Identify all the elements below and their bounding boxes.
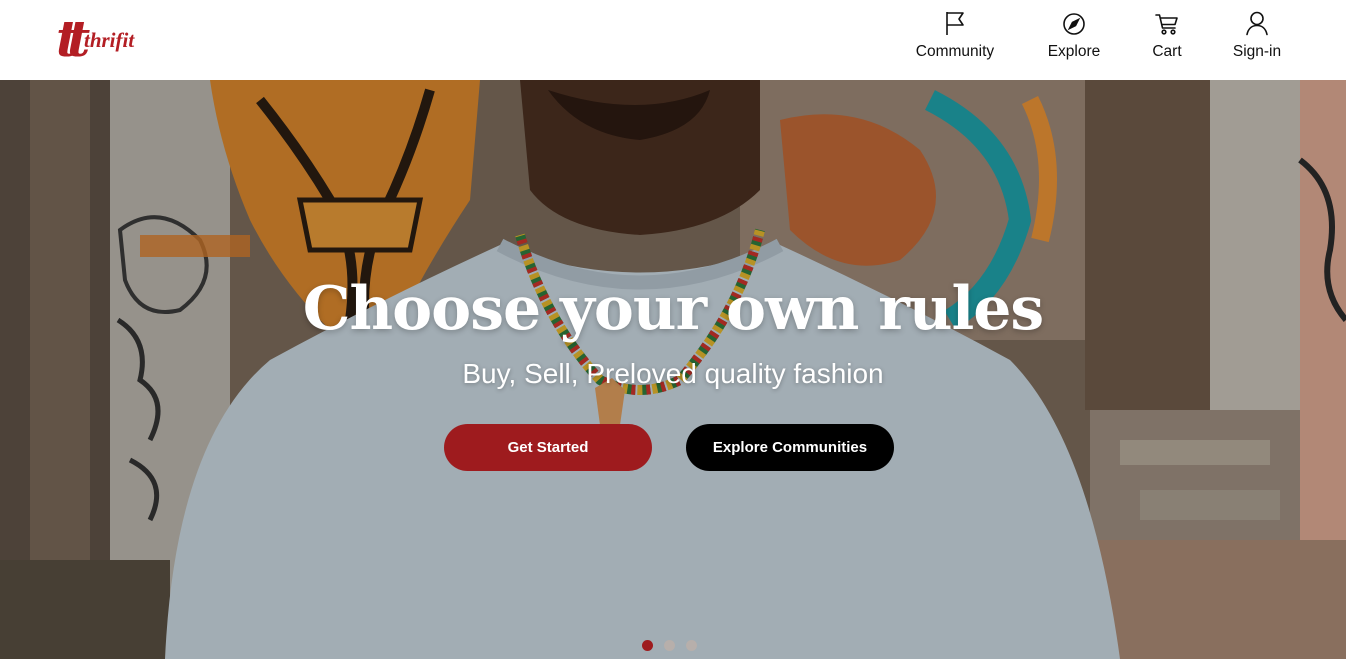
cart-icon [1155, 14, 1178, 35]
logo-mark: tt [56, 9, 90, 68]
user-icon [1246, 11, 1268, 36]
hero-banner: Choose your own rules Buy, Sell, Prelove… [0, 80, 1346, 659]
nav-community[interactable]: Community [910, 10, 1000, 66]
navbar: tt thrifit Community Explore Cart Sign-i… [0, 0, 1346, 80]
nav-explore-label: Explore [1047, 43, 1101, 60]
nav-cart[interactable]: Cart [1146, 10, 1188, 66]
get-started-button[interactable]: Get Started [444, 424, 652, 471]
brand-logo[interactable]: tt thrifit [56, 10, 152, 68]
carousel-dot[interactable] [686, 640, 697, 651]
nav-explore[interactable]: Explore [1040, 10, 1108, 66]
nav-community-label: Community [915, 43, 995, 60]
carousel-dot[interactable] [642, 640, 653, 651]
nav-signin-label: Sign-in [1232, 43, 1282, 60]
carousel-dot[interactable] [664, 640, 675, 651]
nav-cart-label: Cart [1152, 43, 1182, 60]
compass-icon [1063, 13, 1085, 35]
explore-communities-button[interactable]: Explore Communities [686, 424, 894, 471]
hero-title: Choose your own rules [302, 274, 1044, 344]
hero-subtitle: Buy, Sell, Preloved quality fashion [462, 358, 884, 389]
logo-wordmark: thrifit [84, 28, 135, 52]
nav-signin[interactable]: Sign-in [1228, 10, 1286, 66]
flag-icon [946, 12, 964, 35]
carousel-indicators [642, 640, 702, 652]
